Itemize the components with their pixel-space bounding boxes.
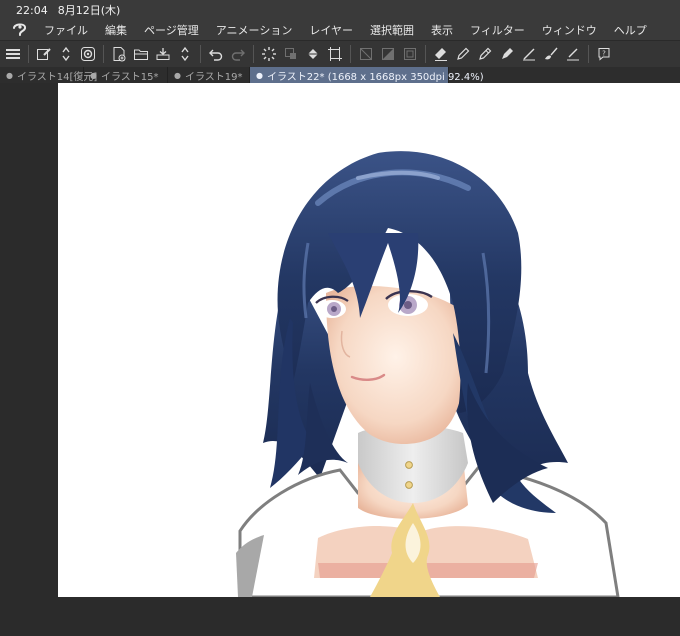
toolbar-divider bbox=[103, 45, 104, 63]
toolbar-divider bbox=[425, 45, 426, 63]
document-tabs: ● イラスト14[復元] ● イラスト15* ● イラスト19* ● イラスト22* (… bbox=[0, 67, 680, 83]
fill-icon[interactable] bbox=[302, 43, 324, 65]
tab-illust15[interactable]: ● イラスト15* bbox=[84, 67, 168, 83]
menu-edit[interactable]: 編集 bbox=[105, 22, 127, 38]
new-file-icon[interactable] bbox=[108, 43, 130, 65]
tab-dot-icon: ● bbox=[174, 70, 181, 80]
toolbar-divider bbox=[28, 45, 29, 63]
help-icon[interactable]: ? bbox=[593, 43, 615, 65]
tab-illust14[interactable]: ● イラスト14[復元] bbox=[0, 67, 97, 83]
status-time: 22:04 bbox=[16, 3, 48, 17]
undo-icon[interactable] bbox=[205, 43, 227, 65]
selection-b-icon[interactable] bbox=[377, 43, 399, 65]
redo-icon[interactable] bbox=[227, 43, 249, 65]
tab-dot-icon: ● bbox=[256, 70, 263, 80]
tab-dot-icon: ● bbox=[6, 70, 13, 80]
status-date: 8月12日(木) bbox=[57, 4, 121, 17]
menu-help[interactable]: ヘルプ bbox=[614, 22, 647, 38]
menu-selection[interactable]: 選択範囲 bbox=[370, 22, 414, 38]
menu-view[interactable]: 表示 bbox=[431, 22, 453, 38]
open-folder-icon[interactable] bbox=[130, 43, 152, 65]
menu-page[interactable]: ページ管理 bbox=[144, 22, 199, 38]
save-icon[interactable] bbox=[152, 43, 174, 65]
toolbar-divider bbox=[253, 45, 254, 63]
new-layer-icon[interactable] bbox=[33, 43, 55, 65]
swirl-icon[interactable] bbox=[77, 43, 99, 65]
top-bar: 22:04 8月12日(木) ファイル 編集 ページ管理 アニメーション レイヤ… bbox=[0, 0, 680, 40]
ruler-icon[interactable] bbox=[518, 43, 540, 65]
crop-icon[interactable] bbox=[324, 43, 346, 65]
toggle-arrows-icon[interactable] bbox=[55, 43, 77, 65]
toolbar-divider bbox=[588, 45, 589, 63]
toolbar-divider bbox=[350, 45, 351, 63]
menu-file[interactable]: ファイル bbox=[44, 22, 88, 38]
status-line: 22:04 8月12日(木) bbox=[16, 2, 120, 18]
workspace bbox=[0, 83, 680, 636]
tab-label: イラスト19* bbox=[184, 71, 243, 83]
menu-filter[interactable]: フィルター bbox=[470, 22, 525, 38]
drawing-canvas[interactable] bbox=[58, 83, 680, 597]
marker-icon[interactable] bbox=[496, 43, 518, 65]
brush-icon[interactable] bbox=[540, 43, 562, 65]
menu-animation[interactable]: アニメーション bbox=[216, 22, 293, 38]
app-logo-icon[interactable] bbox=[10, 21, 30, 39]
tab-illust19[interactable]: ● イラスト19* bbox=[168, 67, 250, 83]
tab-dot-icon: ● bbox=[90, 70, 97, 80]
selection-c-icon[interactable] bbox=[399, 43, 421, 65]
menu-window[interactable]: ウィンドウ bbox=[542, 22, 597, 38]
selection-a-icon[interactable] bbox=[355, 43, 377, 65]
toggle-arrows-icon[interactable] bbox=[174, 43, 196, 65]
pencil-icon[interactable] bbox=[452, 43, 474, 65]
menu-bar: ファイル 編集 ページ管理 アニメーション レイヤー 選択範囲 表示 フィルター… bbox=[0, 20, 680, 40]
tab-label: イラスト22* (1668 x 1668px 350dpi 92.4%) bbox=[266, 71, 484, 83]
eraser-icon[interactable] bbox=[430, 43, 452, 65]
tab-label: イラスト15* bbox=[100, 71, 159, 83]
tab-illust22[interactable]: ● イラスト22* (1668 x 1668px 350dpi 92.4%) bbox=[250, 67, 484, 83]
command-bar: ? bbox=[0, 40, 680, 68]
menu-icon[interactable] bbox=[2, 43, 24, 65]
loading-icon[interactable] bbox=[258, 43, 280, 65]
pen-icon[interactable] bbox=[474, 43, 496, 65]
menu-layer[interactable]: レイヤー bbox=[309, 22, 353, 38]
svg-text:?: ? bbox=[602, 50, 606, 58]
toolbar-divider bbox=[200, 45, 201, 63]
transform-icon[interactable] bbox=[280, 43, 302, 65]
line-icon[interactable] bbox=[562, 43, 584, 65]
illustration bbox=[236, 151, 620, 597]
